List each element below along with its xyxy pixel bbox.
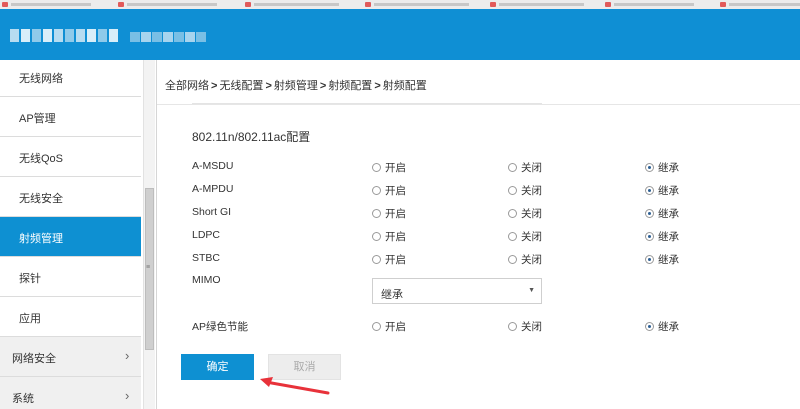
breadcrumb-item[interactable]: 射频配置 <box>328 80 372 92</box>
radio-icon <box>508 232 517 241</box>
radio-inherit[interactable]: 继承 <box>645 206 679 221</box>
sidebar-group-network-security[interactable]: 网络安全 › <box>0 337 141 377</box>
radio-icon <box>508 163 517 172</box>
setting-label: STBC <box>192 252 221 264</box>
breadcrumb-item[interactable]: 无线配置 <box>219 80 263 92</box>
setting-label: A-MPDU <box>192 183 234 195</box>
section-title: 802.11n/802.11ac配置 <box>192 130 311 144</box>
sidebar-item-label: AP管理 <box>19 113 56 125</box>
radio-on[interactable]: 开启 <box>372 206 406 221</box>
radio-icon <box>508 186 517 195</box>
breadcrumb-item[interactable]: 全部网络 <box>165 80 209 92</box>
tab-favicon-icon <box>720 2 726 7</box>
radio-on[interactable]: 开启 <box>372 160 406 175</box>
radio-on[interactable]: 开启 <box>372 229 406 244</box>
sidebar-group-system[interactable]: 系统 › <box>0 377 141 409</box>
radio-icon <box>372 163 381 172</box>
annotation-arrow-icon <box>260 377 330 395</box>
mimo-select[interactable]: 继承 ▼ <box>372 278 542 304</box>
radio-off[interactable]: 关闭 <box>508 160 542 175</box>
setting-label: AP绿色节能 <box>192 321 249 333</box>
radio-icon <box>508 322 517 331</box>
radio-on[interactable]: 开启 <box>372 183 406 198</box>
radio-icon <box>508 255 517 264</box>
setting-label: A-MSDU <box>192 160 234 172</box>
brand-subtitle-logo <box>130 32 207 42</box>
radio-icon <box>372 186 381 195</box>
radio-selected-icon <box>645 209 654 218</box>
radio-icon <box>372 322 381 331</box>
tab-favicon-icon <box>490 2 496 7</box>
radio-inherit[interactable]: 继承 <box>645 160 679 175</box>
mimo-select-value: 继承 <box>381 289 403 301</box>
tab-favicon-icon <box>245 2 251 7</box>
radio-selected-icon <box>645 255 654 264</box>
sidebar-item-ap-management[interactable]: AP管理 <box>0 97 141 137</box>
radio-icon <box>508 209 517 218</box>
dropdown-arrow-icon: ▼ <box>528 287 535 294</box>
breadcrumb: 全部网络 > 无线配置 > 射频管理 > 射频配置 > 射频配置 <box>157 60 800 105</box>
radio-inherit[interactable]: 继承 <box>645 229 679 244</box>
setting-row-ap-green-energy: AP绿色节能 开启 关闭 继承 <box>0 316 800 336</box>
sidebar-item-label: 无线网络 <box>19 73 63 85</box>
breadcrumb-separator: > <box>211 80 218 92</box>
confirm-button[interactable]: 确定 <box>181 354 254 380</box>
radio-selected-icon <box>645 232 654 241</box>
chevron-right-icon: › <box>125 348 130 363</box>
radio-off[interactable]: 关闭 <box>508 252 542 267</box>
radio-inherit[interactable]: 继承 <box>645 252 679 267</box>
radio-off[interactable]: 关闭 <box>508 319 542 334</box>
breadcrumb-separator: > <box>319 80 327 92</box>
radio-off[interactable]: 关闭 <box>508 183 542 198</box>
radio-selected-icon <box>645 322 654 331</box>
tab-favicon-icon <box>605 2 611 7</box>
breadcrumb-separator: > <box>265 80 272 92</box>
setting-row-a-msdu: A-MSDU 开启 关闭 继承 <box>0 157 800 177</box>
radio-selected-icon <box>645 186 654 195</box>
radio-icon <box>372 209 381 218</box>
setting-label: Short GI <box>192 206 232 218</box>
radio-icon <box>372 232 381 241</box>
sidebar-group-label: 系统 <box>12 393 34 405</box>
radio-off[interactable]: 关闭 <box>508 229 542 244</box>
setting-label: MIMO <box>192 274 221 286</box>
setting-row-a-mpdu: A-MPDU 开启 关闭 继承 <box>0 180 800 200</box>
setting-label: LDPC <box>192 229 221 241</box>
breadcrumb-item-current: 射频配置 <box>382 80 427 92</box>
radio-inherit[interactable]: 继承 <box>645 319 679 334</box>
radio-inherit[interactable]: 继承 <box>645 183 679 198</box>
breadcrumb-separator: > <box>374 80 381 92</box>
tab-favicon-icon <box>365 2 371 7</box>
radio-on[interactable]: 开启 <box>372 252 406 267</box>
radio-off[interactable]: 关闭 <box>508 206 542 221</box>
brand-logo <box>10 29 120 42</box>
setting-row-short-gi: Short GI 开启 关闭 继承 <box>0 203 800 223</box>
app-header <box>0 9 800 60</box>
breadcrumb-item[interactable]: 射频管理 <box>274 80 318 92</box>
radio-selected-icon <box>645 163 654 172</box>
setting-row-stbc: STBC 开启 关闭 继承 <box>0 249 800 269</box>
section-divider <box>192 103 542 104</box>
setting-row-ldpc: LDPC 开启 关闭 继承 <box>0 226 800 246</box>
sidebar-group-label: 网络安全 <box>12 353 56 365</box>
radio-on[interactable]: 开启 <box>372 319 406 334</box>
chevron-right-icon: › <box>125 388 130 403</box>
browser-tab-strip <box>0 0 800 9</box>
tab-favicon-icon <box>118 2 124 7</box>
radio-icon <box>372 255 381 264</box>
sidebar-item-wireless-network[interactable]: 无线网络 <box>0 60 141 97</box>
tab-favicon-icon <box>2 2 8 7</box>
